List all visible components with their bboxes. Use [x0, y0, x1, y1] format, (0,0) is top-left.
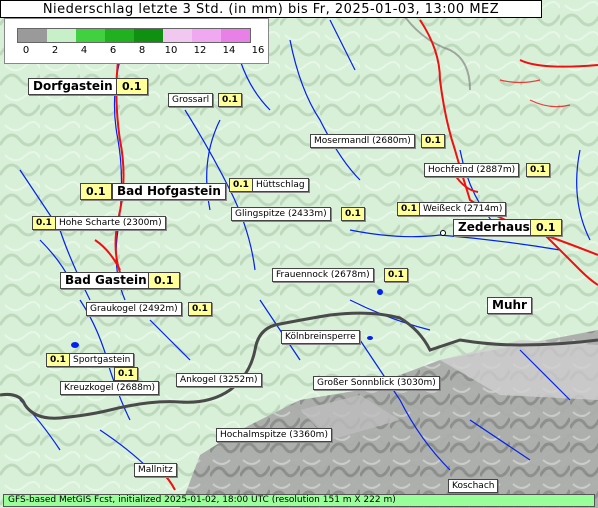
tick-label: 2 [51, 45, 59, 56]
model-info-footer: GFS-based MetGIS Fcst, initialized 2025-… [3, 494, 595, 507]
place-glingspitze[interactable]: Glingspitze (2433m) [231, 207, 331, 221]
place-graukogel[interactable]: Graukogel (2492m) [86, 302, 182, 316]
value-sportgastein: 0.1 [46, 353, 70, 367]
place-sportgastein[interactable]: Sportgastein [69, 353, 135, 367]
place-kreuzkogel[interactable]: Kreuzkogel (2688m) [60, 381, 160, 395]
scale-bin [47, 29, 76, 42]
value-kreuzkogel: 0.1 [114, 367, 138, 381]
place-hohe-scharte[interactable]: Hohe Scharte (2300m) [55, 216, 166, 230]
place-hochalmspitze[interactable]: Hochalmspitze (3360m) [216, 428, 332, 442]
place-bad-gastein[interactable]: Bad Gastein [60, 272, 152, 289]
precipitation-map: Niederschlag letzte 3 Std. (in mm) bis F… [0, 0, 598, 508]
color-scale [17, 28, 251, 43]
tick-label: 4 [80, 45, 88, 56]
place-koelnbreinsperre[interactable]: Kölnbreinsperre [281, 330, 360, 344]
place-ankogel[interactable]: Ankogel (3252m) [176, 373, 262, 387]
place-weisseck[interactable]: Weißeck (2714m) [419, 202, 507, 216]
place-marker [440, 230, 446, 236]
value-bad-hofgastein: 0.1 [80, 183, 112, 200]
place-mosermandl[interactable]: Mosermandl (2680m) [310, 134, 415, 148]
tick-label: 14 [222, 45, 236, 56]
value-hohe-scharte: 0.1 [32, 216, 56, 230]
place-hochfeind[interactable]: Hochfeind (2887m) [424, 163, 520, 177]
scale-bin [134, 29, 163, 42]
precipitation-legend: 0 2 4 6 8 10 12 14 16 [4, 18, 269, 64]
value-weisseck: 0.1 [397, 202, 421, 216]
scale-bin [221, 29, 250, 42]
value-glingspitze: 0.1 [341, 207, 365, 221]
tick-label: 8 [138, 45, 146, 56]
place-muhr[interactable]: Muhr [487, 297, 532, 314]
scale-bin [105, 29, 134, 42]
value-grossarl: 0.1 [218, 93, 242, 107]
tick-label: 10 [164, 45, 178, 56]
place-zederhaus[interactable]: Zederhaus [453, 219, 535, 236]
value-dorfgastein: 0.1 [116, 78, 148, 95]
tick-label: 6 [109, 45, 117, 56]
place-grossarl[interactable]: Grossarl [168, 93, 214, 107]
scale-bin [76, 29, 105, 42]
scale-bin [192, 29, 221, 42]
tick-label: 12 [193, 45, 207, 56]
tick-label: 0 [22, 45, 30, 56]
value-zederhaus: 0.1 [530, 219, 562, 236]
value-frauennock: 0.1 [384, 268, 408, 282]
place-koschach[interactable]: Koschach [448, 479, 499, 493]
scale-bin [18, 29, 47, 42]
scale-bin [163, 29, 192, 42]
tick-label: 16 [251, 45, 265, 56]
value-mosermandl: 0.1 [421, 134, 445, 148]
value-graukogel: 0.1 [188, 302, 212, 316]
value-huettschlag: 0.1 [229, 178, 253, 192]
place-mallnitz[interactable]: Mallnitz [134, 463, 177, 477]
map-title: Niederschlag letzte 3 Std. (in mm) bis F… [0, 0, 542, 18]
value-hochfeind: 0.1 [526, 163, 550, 177]
place-dorfgastein[interactable]: Dorfgastein [28, 78, 118, 95]
place-grosser-sonnblick[interactable]: Großer Sonnblick (3030m) [313, 376, 440, 390]
place-frauennock[interactable]: Frauennock (2678m) [272, 268, 374, 282]
place-huettschlag[interactable]: Hüttschlag [252, 178, 309, 192]
place-bad-hofgastein[interactable]: Bad Hofgastein [112, 183, 226, 200]
value-bad-gastein: 0.1 [148, 272, 180, 289]
